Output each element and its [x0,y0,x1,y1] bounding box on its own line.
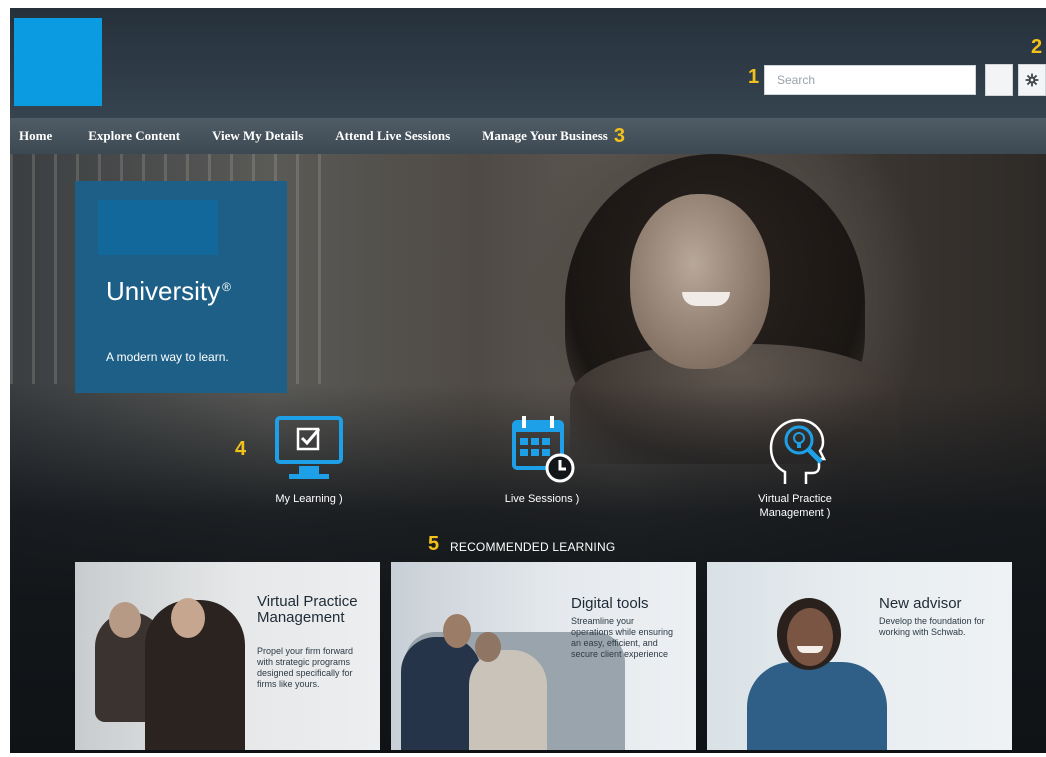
site-logo[interactable] [14,18,102,106]
calendar-clock-icon [512,416,575,483]
nav-explore-content[interactable]: Explore Content [88,128,180,144]
quick-link-virtual-practice-management[interactable]: Virtual Practice Management ) [730,414,860,520]
blank-button[interactable] [985,64,1013,96]
quick-link-label: My Learning ) [275,493,343,505]
monitor-checkbox-icon [275,416,343,479]
card-photo [747,662,887,750]
nav-home[interactable]: Home [19,128,52,144]
card-description: Propel your firm forward with strategic … [257,646,354,689]
app-frame: 1 Search 2 Home Explore Content View My … [10,8,1046,753]
card-title: New advisor [879,595,962,612]
callout-1: 1 [748,66,760,88]
quick-link-live-sessions[interactable]: Live Sessions ) [477,414,607,506]
gear-icon [1025,73,1039,87]
quick-link-label: Live Sessions ) [504,493,580,505]
settings-button[interactable] [1018,64,1046,96]
callout-5: 5 [428,533,440,555]
site-header: 1 Search 2 [10,8,1046,118]
recommended-heading: RECOMMENDED LEARNING [450,540,616,554]
nav-attend-live-sessions[interactable]: Attend Live Sessions [335,128,450,144]
brand-title: University ® [106,276,231,306]
main-nav: Home Explore Content View My Details Att… [10,118,1046,154]
card-description: Develop the foundation for working with … [879,616,985,637]
recommended-card-vpm[interactable]: Virtual Practice Management Propel your … [75,562,380,750]
card-description: Streamline your operations while ensurin… [571,616,674,659]
card-title: Digital tools [571,595,649,612]
nav-view-my-details[interactable]: View My Details [212,128,303,144]
callout-2: 2 [1031,36,1043,58]
callout-3: 3 [613,124,625,147]
card-title: Virtual Practice Management [257,593,358,626]
head-lightbulb-icon [769,418,827,484]
recommended-card-digital-tools[interactable]: Digital tools Streamline your operations… [391,562,696,750]
brand-panel: University ® A modern way to learn. [75,181,287,393]
brand-logo-block [98,200,218,255]
search-input[interactable]: Search [764,65,976,95]
hero-banner: University ® A modern way to learn. 4 My … [10,154,1046,753]
quick-link-label: Virtual Practice Management ) [758,493,832,519]
recommended-card-new-advisor[interactable]: New advisor Develop the foundation for w… [707,562,1012,750]
nav-manage-your-business[interactable]: Manage Your Business [482,128,608,144]
brand-tagline: A modern way to learn. [106,350,229,364]
quick-link-my-learning[interactable]: My Learning ) [244,414,374,506]
